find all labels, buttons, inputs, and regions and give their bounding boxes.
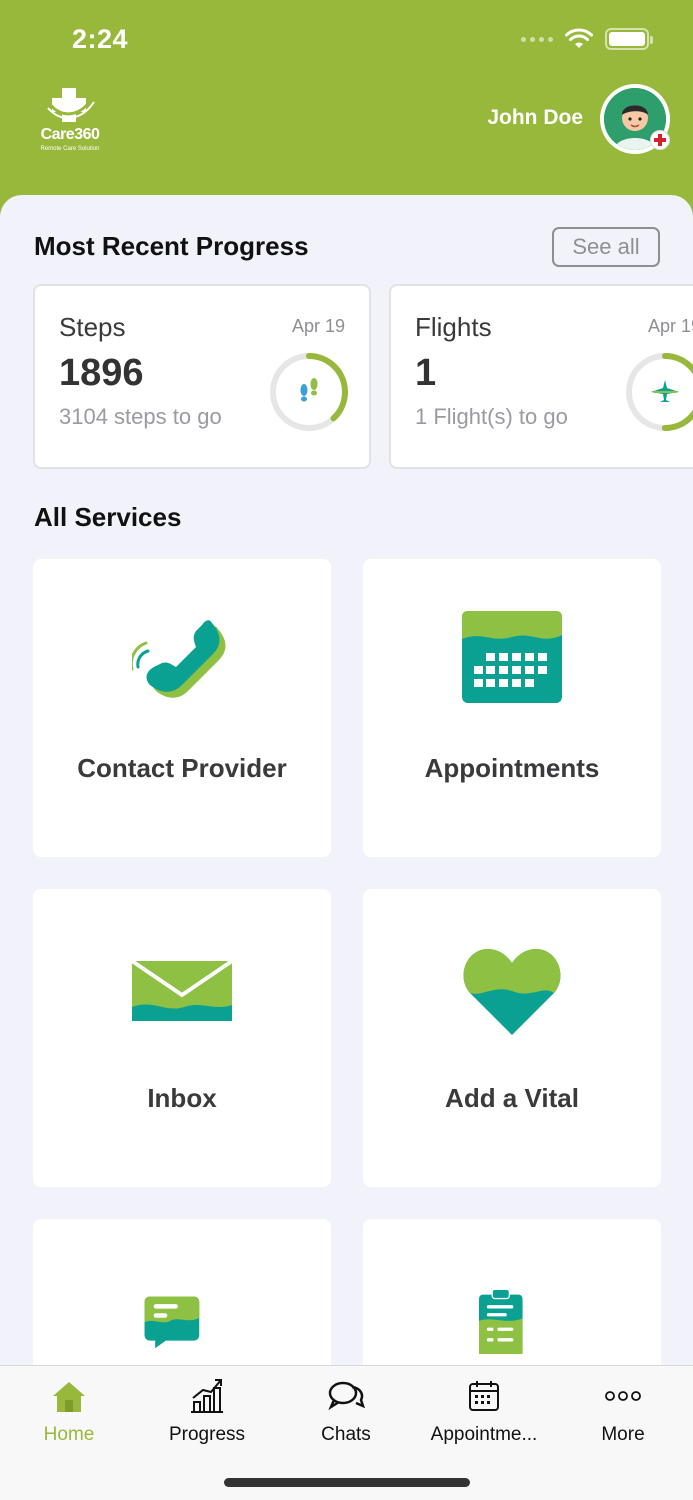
heart-icon bbox=[463, 949, 561, 1035]
cellular-signal-icon bbox=[521, 36, 553, 42]
progress-card-value: 1896 bbox=[59, 352, 144, 394]
chat-icon bbox=[144, 1296, 200, 1349]
tab-label: Chats bbox=[321, 1424, 371, 1445]
logo-name: Care360 bbox=[40, 126, 100, 143]
progress-section-title: Most Recent Progress bbox=[34, 231, 309, 261]
chart-icon bbox=[191, 1379, 223, 1413]
battery-icon bbox=[605, 28, 653, 50]
chats-icon bbox=[328, 1381, 366, 1411]
footsteps-icon bbox=[300, 378, 318, 402]
clipboard-icon bbox=[479, 1288, 523, 1354]
progress-card-subtitle: 1 Flight(s) to go bbox=[415, 404, 568, 429]
service-card-contact-provider[interactable]: Contact Provider bbox=[33, 559, 331, 857]
progress-card-value: 1 bbox=[415, 352, 437, 394]
home-indicator bbox=[224, 1478, 470, 1487]
airplane-icon bbox=[651, 380, 679, 402]
avatar[interactable] bbox=[600, 84, 670, 154]
tab-label: Appointme... bbox=[430, 1424, 538, 1445]
service-card-add-a-vital[interactable]: Add a Vital bbox=[363, 889, 661, 1187]
progress-card-label: Flights bbox=[415, 312, 492, 342]
tab-label: Home bbox=[43, 1424, 95, 1445]
progress-card-subtitle: 3104 steps to go bbox=[59, 404, 222, 429]
medical-cross-icon bbox=[650, 130, 670, 150]
steps-progress-card[interactable]: Steps Apr 19 1896 3104 steps to go bbox=[33, 284, 371, 469]
calendar-icon bbox=[469, 1381, 499, 1411]
tab-label: More bbox=[601, 1424, 645, 1445]
tab-home[interactable]: Home bbox=[0, 1376, 138, 1456]
user-name[interactable]: John Doe bbox=[487, 106, 583, 130]
tab-label: Progress bbox=[168, 1424, 246, 1445]
service-label: Appointments bbox=[424, 753, 600, 783]
phone-icon bbox=[132, 620, 226, 698]
logo-cross-icon bbox=[47, 88, 95, 122]
wifi-icon bbox=[565, 28, 593, 48]
flights-progress-card[interactable]: Flights Apr 19 1 1 Flight(s) to go bbox=[389, 284, 693, 469]
progress-card-label: Steps bbox=[59, 312, 126, 342]
service-card-inbox[interactable]: Inbox bbox=[33, 889, 331, 1187]
tab-chats[interactable]: Chats bbox=[277, 1376, 415, 1456]
home-icon bbox=[53, 1382, 85, 1412]
tab-appointments[interactable]: Appointme... bbox=[415, 1376, 553, 1456]
service-label: Contact Provider bbox=[77, 753, 287, 783]
progress-card-date: Apr 19 bbox=[291, 316, 345, 336]
steps-progress-ring bbox=[270, 353, 348, 431]
services-section-title: All Services bbox=[34, 502, 182, 532]
service-label: Inbox bbox=[147, 1083, 217, 1113]
status-time: 2:24 bbox=[72, 24, 129, 54]
logo-tagline: Remote Care Solution bbox=[40, 146, 100, 152]
tab-more[interactable]: More bbox=[554, 1376, 692, 1456]
service-card-appointments[interactable]: Appointments bbox=[363, 559, 661, 857]
tab-progress[interactable]: Progress bbox=[138, 1376, 276, 1456]
main-content[interactable]: Most Recent Progress See all Steps Apr 1… bbox=[0, 195, 693, 1500]
care360-logo: Care360 Remote Care Solution bbox=[32, 84, 108, 156]
flights-progress-ring bbox=[626, 353, 693, 431]
see-all-button[interactable]: See all bbox=[552, 227, 660, 267]
more-icon bbox=[605, 1391, 641, 1401]
service-label: Add a Vital bbox=[445, 1083, 579, 1113]
progress-card-date: Apr 19 bbox=[647, 316, 693, 336]
calendar-icon bbox=[462, 611, 562, 703]
envelope-icon bbox=[132, 959, 232, 1021]
status-icons bbox=[521, 28, 653, 50]
